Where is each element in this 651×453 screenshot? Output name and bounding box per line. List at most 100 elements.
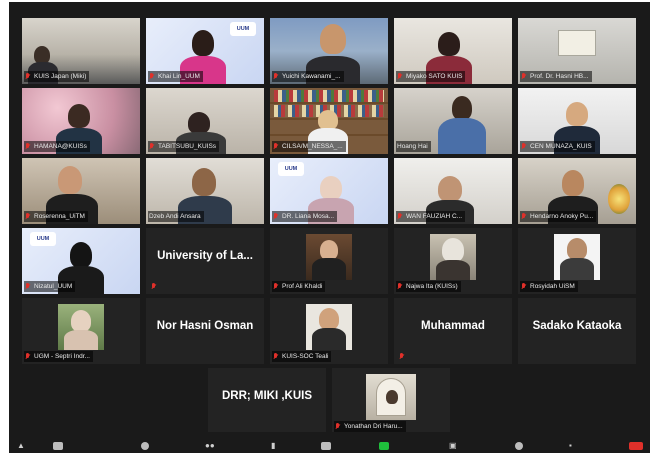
muted-mic-icon [521, 143, 527, 150]
participant-tile-no-video[interactable]: DRR; MIKI ,KUIS [208, 368, 326, 434]
shield-icon [141, 442, 149, 450]
participant-tile-no-video[interactable]: Muhammad [394, 298, 512, 364]
participant-tile[interactable]: WAN FAUZIAH C... [394, 158, 512, 224]
reactions-button[interactable] [515, 441, 523, 451]
participant-tile[interactable]: CEN MUNAZA_KUIS [518, 88, 636, 154]
participant-tile[interactable]: CILSA/M_NESSA_... [270, 88, 388, 154]
muted-mic-icon [521, 283, 527, 290]
participant-tile[interactable]: Hoang Hai [394, 88, 512, 154]
participant-display-name: Muhammad [421, 320, 485, 332]
participant-tile[interactable]: Rosyidah UiSM [518, 228, 636, 294]
participant-tile[interactable]: Miyako SATO KUIS [394, 18, 512, 84]
participant-name-label: HAMANA@KUISs [24, 141, 90, 152]
participant-tile[interactable]: UGM - Septri Indr... [22, 298, 140, 364]
participant-display-name: Sadako Kataoka [532, 320, 622, 332]
security-button[interactable] [141, 441, 149, 451]
participant-name-label: WAN FAUZIAH C... [396, 211, 466, 222]
participant-tile[interactable]: Najwa Ita (KUISs) [394, 228, 512, 294]
participant-name-label: Yonathan Dri Haru... [334, 421, 406, 432]
participant-name-label: Khai Lin_UUM [148, 71, 203, 82]
participant-name-label: Hendarno Anoky Pu... [520, 211, 597, 222]
participant-tile[interactable]: UUM Nizatul_UUM [22, 228, 140, 294]
muted-mic-icon [397, 73, 403, 80]
participant-name-label: Dzeb Andi Ansara [148, 211, 204, 222]
chat-bubble-icon: ▮ [271, 441, 276, 450]
participant-name-label: Najwa Ita (KUISs) [396, 281, 461, 292]
gallery-view: KUIS Japan (Miki) UUM Khai Lin_UUM Yuich… [9, 2, 650, 434]
muted-mic-icon [149, 73, 155, 80]
apps-button[interactable]: ▪ [569, 441, 572, 451]
end-call-icon [629, 442, 643, 450]
participant-name-label: UGM - Septri Indr... [24, 351, 93, 362]
muted-mic-icon [273, 353, 279, 360]
participant-name-label: Yuichi Kawanami_... [272, 71, 344, 82]
polls-button[interactable] [321, 441, 331, 451]
apps-icon: ▪ [569, 441, 572, 450]
muted-mic-icon [397, 283, 403, 290]
muted-mic-icon [521, 213, 527, 220]
participant-tile[interactable]: Roserenna_UiTM [22, 158, 140, 224]
participant-name-label: Prof. Dr. Hasni HB... [520, 71, 592, 82]
muted-mic-icon [151, 283, 157, 290]
participant-tile-active-speaker[interactable]: HAMANA@KUISs [22, 88, 140, 154]
muted-mic-icon [397, 213, 403, 220]
participant-name-label: DR. Liana Mosa... [272, 211, 338, 222]
participant-tile[interactable]: KUIS-SOC Teali [270, 298, 388, 364]
participant-tile[interactable]: UUM DR. Liana Mosa... [270, 158, 388, 224]
participant-name-label: CILSA/M_NESSA_... [272, 141, 346, 152]
participant-tile[interactable]: Yonathan Dri Haru... [332, 368, 450, 434]
participant-name-label: KUIS Japan (Miki) [24, 71, 90, 82]
participant-tile[interactable]: KUIS Japan (Miki) [22, 18, 140, 84]
participant-name-label: Hoang Hai [396, 141, 431, 152]
participant-tile[interactable]: Prof. Dr. Hasni HB... [518, 18, 636, 84]
muted-mic-icon [25, 213, 31, 220]
participant-tile-no-video[interactable]: University of La... [146, 228, 264, 294]
participants-button[interactable]: ●● [205, 441, 215, 451]
share-screen-button[interactable] [379, 441, 389, 451]
mute-audio-button[interactable]: ▲ [17, 441, 25, 451]
end-meeting-button[interactable] [629, 441, 643, 451]
muted-mic-icon [273, 73, 279, 80]
meeting-toolbar: ▲ ●● ▮ ▣ ▪ [9, 432, 650, 453]
participant-tile[interactable]: UUM Khai Lin_UUM [146, 18, 264, 84]
participant-tile-no-video[interactable]: Sadako Kataoka [518, 298, 636, 364]
muted-mic-icon [25, 73, 31, 80]
muted-mic-icon [273, 283, 279, 290]
zoom-meeting-window: KUIS Japan (Miki) UUM Khai Lin_UUM Yuich… [9, 2, 650, 453]
muted-mic-icon [273, 143, 279, 150]
muted-mic-icon [521, 73, 527, 80]
participant-tile[interactable]: TABITSUBU_KUISs [146, 88, 264, 154]
muted-mic-icon [335, 423, 341, 430]
muted-mic-icon [25, 143, 31, 150]
participant-name-label: Nizatul_UUM [24, 281, 76, 292]
muted-mic-icon [149, 143, 155, 150]
microphone-icon: ▲ [17, 441, 25, 450]
start-video-button[interactable] [53, 441, 63, 451]
participant-tile-no-video[interactable]: Nor Hasni Osman [146, 298, 264, 364]
uum-logo-icon: UUM [278, 162, 304, 176]
uum-logo-icon: UUM [230, 22, 256, 36]
participant-name-label: Rosyidah UiSM [520, 281, 578, 292]
participant-name-label: Prof Ali Khaldi [272, 281, 326, 292]
muted-mic-icon [25, 353, 31, 360]
participants-icon: ●● [205, 441, 215, 450]
chat-button[interactable]: ▮ [271, 441, 275, 451]
participant-tile[interactable]: Yuichi Kawanami_... [270, 18, 388, 84]
muted-mic-icon [273, 213, 279, 220]
muted-mic-icon [25, 283, 31, 290]
reaction-icon [515, 442, 523, 450]
participant-tile[interactable]: Hendarno Anoky Pu... [518, 158, 636, 224]
record-button[interactable]: ▣ [449, 441, 457, 451]
participant-tile[interactable]: Dzeb Andi Ansara [146, 158, 264, 224]
poll-icon [321, 442, 331, 450]
participant-name-label: Roserenna_UiTM [24, 211, 88, 222]
participant-name-label: KUIS-SOC Teali [272, 351, 332, 362]
record-icon: ▣ [449, 441, 457, 450]
share-screen-icon [379, 442, 389, 450]
participant-name-label: CEN MUNAZA_KUIS [520, 141, 595, 152]
participant-name-label: TABITSUBU_KUISs [148, 141, 220, 152]
participant-tile[interactable]: Prof Ali Khaldi [270, 228, 388, 294]
participant-display-name: DRR; MIKI ,KUIS [221, 390, 313, 402]
participant-display-name: Nor Hasni Osman [156, 320, 254, 332]
uum-logo-icon: UUM [30, 232, 56, 246]
